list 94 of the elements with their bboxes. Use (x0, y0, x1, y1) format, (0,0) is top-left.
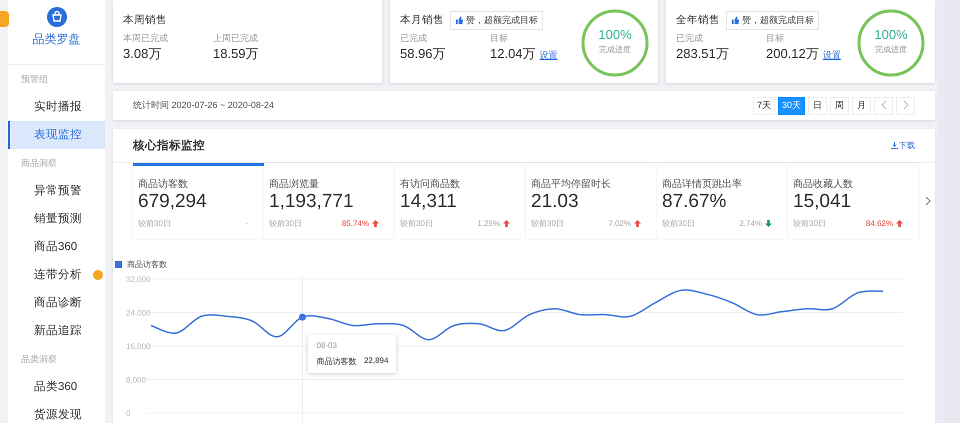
change-value: 84.62% (866, 219, 893, 228)
axis-tick-label: 8,000 (126, 376, 146, 384)
metric-value: 679,294 (138, 191, 208, 213)
change-value: 7.02% (608, 219, 631, 228)
stat-label: 已完成 (676, 32, 704, 45)
progress-percent: 100% (873, 27, 909, 42)
period-button[interactable]: 7天 (752, 96, 775, 114)
next-button[interactable] (896, 96, 915, 114)
progress-caption: 完成进度 (598, 44, 632, 55)
thumbs-up-icon (731, 16, 740, 24)
compare-label: 较前30日 (662, 218, 695, 229)
tooltip-date: 08-03 (316, 340, 338, 350)
nav-item[interactable]: 异常预警 (8, 177, 105, 205)
logo-title: 品类罗盘 (32, 31, 80, 48)
section-title: 核心指标监控 (133, 138, 205, 153)
praise-badge: 赞，超额完成目标 (450, 10, 543, 30)
chevron-right-icon (902, 100, 908, 108)
metric-card[interactable]: 商品浏览量 1,193,771 较前30日 85.74% (264, 163, 395, 239)
nav-section-title: 预警组 (20, 73, 49, 86)
change-value: 2.74% (739, 219, 762, 228)
nav-item[interactable]: 表现监控 (8, 121, 105, 149)
metric-card[interactable]: 商品访客数 679,294 较前30日 - (133, 163, 264, 239)
previous-button[interactable] (874, 96, 893, 114)
change-value: 85.74% (342, 219, 369, 228)
legend-label: 商品访客数 (127, 258, 167, 270)
stat-label: 本周已完成 (123, 32, 169, 45)
compare-label: 较前30日 (400, 218, 433, 229)
bag-logo-icon (46, 7, 66, 27)
stat-label: 上周已完成 (213, 32, 259, 45)
nav-item[interactable]: 新品追踪 (8, 317, 105, 345)
stat-value: 3.08万 (123, 45, 162, 63)
download-icon (891, 142, 898, 149)
metric-label: 商品访客数 (138, 178, 189, 191)
compare-label: 较前30日 (269, 218, 302, 229)
metric-card[interactable]: 商品收藏人数 15,041 较前30日 84.62% (788, 163, 919, 239)
stat-label: 目标 (490, 32, 509, 45)
metric-label: 商品平均停留时长 (531, 178, 612, 191)
axis-tick-label: 32,000 (126, 275, 150, 284)
date-range-text: 统计时间 2020-07-26 ~ 2020-08-24 (133, 99, 274, 112)
download-link[interactable]: 下载 (891, 140, 915, 151)
card-title: 本月销售 (400, 13, 444, 27)
stat-value: 58.96万 (400, 45, 446, 63)
change-value: 1.25% (477, 219, 500, 228)
thumbs-up-icon (455, 16, 464, 24)
metric-label: 商品浏览量 (269, 178, 320, 191)
metric-value: 87.67% (662, 191, 728, 213)
stat-value: 200.12万 (766, 45, 819, 63)
metric-value: 1,193,771 (269, 191, 355, 213)
nav-item[interactable]: 货源发现 (8, 401, 105, 423)
settings-link[interactable]: 设置 (540, 49, 558, 62)
chevron-right-icon[interactable] (925, 196, 931, 206)
nav-item[interactable]: 销量预测 (8, 205, 105, 233)
nav-item[interactable]: 商品诊断 (8, 289, 105, 317)
stat-value: 283.51万 (676, 45, 729, 63)
period-button[interactable]: 月 (852, 96, 871, 114)
progress-percent: 100% (597, 27, 633, 42)
metric-card[interactable]: 商品平均停留时长 21.03 较前30日 7.02% (526, 163, 657, 239)
progress-caption: 完成进度 (874, 44, 908, 55)
period-button[interactable]: 日 (808, 96, 827, 114)
nav-item[interactable]: 商品360 (8, 233, 105, 261)
metric-label: 有访问商品数 (400, 178, 461, 191)
nav-item[interactable]: 品类360 (8, 373, 105, 401)
nav-item[interactable]: 实时播报 (8, 93, 105, 121)
nav-item[interactable]: 连带分析 (8, 261, 105, 289)
hover-point (298, 314, 306, 321)
tooltip-label: 商品访客数 (316, 356, 356, 367)
axis-tick-label: 16,000 (126, 342, 150, 351)
stat-label: 已完成 (400, 32, 428, 45)
chevron-left-icon (880, 100, 886, 108)
nav-section-title: 品类洞察 (20, 353, 58, 366)
period-button[interactable]: 周 (830, 96, 849, 114)
stat-value: 12.04万 (490, 45, 536, 63)
metric-label: 商品收藏人数 (793, 178, 854, 191)
metric-value: 15,041 (793, 191, 852, 213)
stat-value: 18.59万 (213, 45, 259, 63)
metric-value: 21.03 (531, 191, 580, 213)
change-value: - (245, 219, 248, 228)
card-title: 全年销售 (676, 13, 720, 27)
axis-tick-label: 0 (126, 409, 130, 418)
metric-value: 14,311 (400, 191, 458, 213)
compare-label: 较前30日 (531, 218, 564, 229)
metric-card[interactable]: 有访问商品数 14,311 较前30日 1.25% (395, 163, 526, 239)
compare-label: 较前30日 (138, 218, 171, 229)
compare-label: 较前30日 (793, 218, 826, 229)
nav-section-title: 商品洞察 (20, 157, 58, 170)
card-title: 本周销售 (123, 13, 167, 27)
settings-link[interactable]: 设置 (822, 49, 841, 62)
tooltip-value: 22,894 (364, 356, 388, 367)
metric-label: 商品详情页跳出率 (662, 178, 743, 191)
praise-badge: 赞，超额完成目标 (726, 10, 819, 30)
side-tab-icon[interactable] (0, 11, 9, 27)
metric-card[interactable]: 商品详情页跳出率 87.67% 较前30日 2.74% (657, 163, 788, 239)
stat-label: 目标 (766, 32, 785, 45)
axis-tick-label: 24,000 (126, 308, 150, 318)
